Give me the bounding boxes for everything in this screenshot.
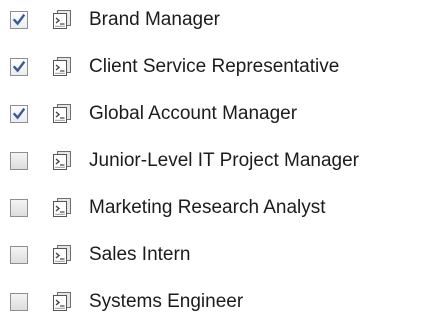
job-title-label: Junior-Level IT Project Manager [89, 150, 359, 171]
job-title-label: Sales Intern [89, 244, 191, 265]
document-icon [52, 104, 72, 124]
job-title-label: Brand Manager [89, 9, 220, 30]
job-list: Brand Manager Client Service Representati… [0, 0, 436, 327]
document-icon [52, 198, 72, 218]
job-title-label: Global Account Manager [89, 103, 298, 124]
document-icon [52, 57, 72, 77]
document-icon [52, 245, 72, 265]
job-list-item[interactable]: Sales Intern [0, 243, 436, 273]
job-title-label: Client Service Representative [89, 56, 340, 77]
checkmark-icon [12, 60, 26, 73]
job-list-item[interactable]: Junior-Level IT Project Manager [0, 149, 436, 179]
checkmark-icon [12, 13, 26, 26]
document-icon [52, 292, 72, 312]
job-title-label: Marketing Research Analyst [89, 197, 326, 218]
job-list-item[interactable]: Marketing Research Analyst [0, 196, 436, 226]
job-checkbox[interactable] [10, 58, 28, 76]
job-checkbox[interactable] [10, 293, 28, 311]
document-icon [52, 10, 72, 30]
document-icon [52, 151, 72, 171]
job-checkbox[interactable] [10, 152, 28, 170]
job-checkbox[interactable] [10, 105, 28, 123]
job-list-item[interactable]: Brand Manager [0, 8, 436, 38]
job-checkbox[interactable] [10, 11, 28, 29]
job-checkbox[interactable] [10, 246, 28, 264]
checkmark-icon [12, 107, 26, 120]
job-list-item[interactable]: Systems Engineer [0, 290, 436, 320]
job-checkbox[interactable] [10, 199, 28, 217]
job-list-item[interactable]: Client Service Representative [0, 55, 436, 85]
job-list-item[interactable]: Global Account Manager [0, 102, 436, 132]
job-title-label: Systems Engineer [89, 291, 244, 312]
